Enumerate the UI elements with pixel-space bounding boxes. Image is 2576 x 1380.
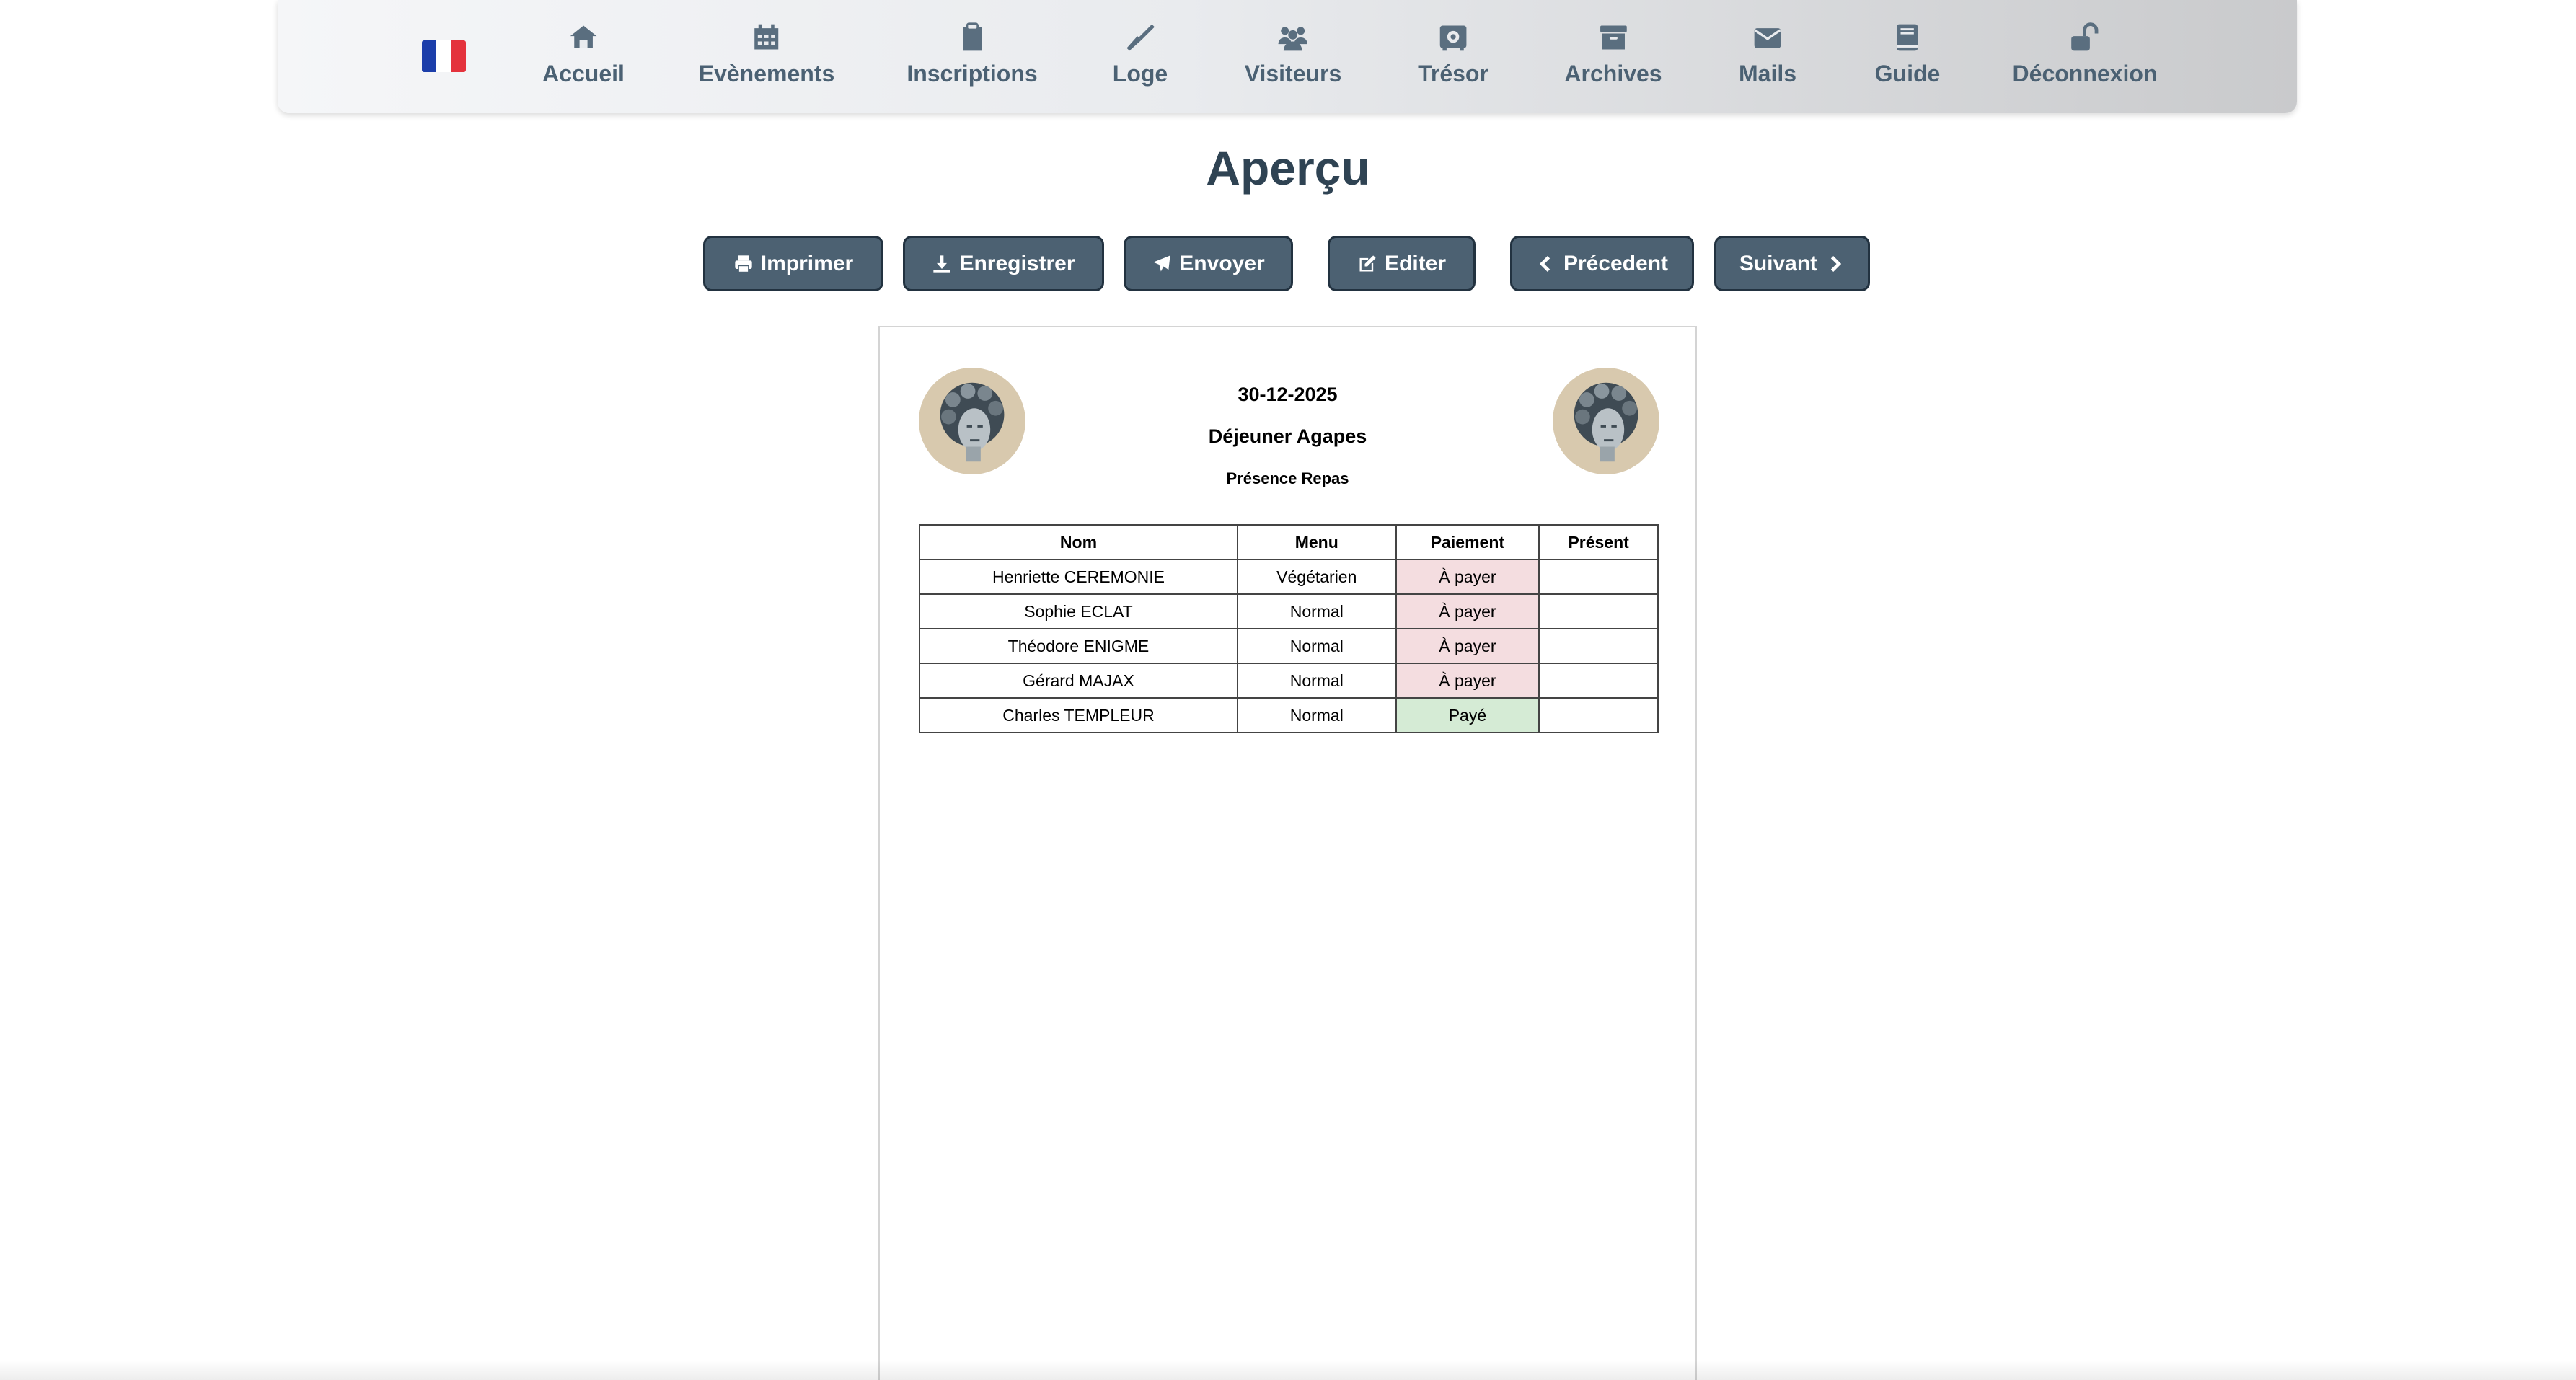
paper-plane-icon: [1153, 255, 1170, 271]
cell-present: [1538, 593, 1659, 629]
print-button[interactable]: Imprimer: [703, 236, 883, 291]
cell-menu: Normal: [1236, 628, 1397, 664]
cell-paiement: À payer: [1395, 628, 1540, 664]
cell-nom: Henriette CEREMONIE: [919, 559, 1238, 595]
cell-menu: Normal: [1236, 663, 1397, 699]
next-button[interactable]: Suivant: [1714, 236, 1870, 291]
cell-nom: Charles TEMPLEUR: [919, 697, 1238, 733]
document-event-title: Déjeuner Agapes: [1208, 425, 1367, 447]
cell-menu: Normal: [1236, 697, 1397, 733]
trowel-icon: [1126, 24, 1155, 51]
document-subtitle: Présence Repas: [1226, 469, 1349, 487]
calendar-icon: [754, 24, 779, 50]
cell-nom: Gérard MAJAX: [919, 663, 1238, 699]
send-button[interactable]: Envoyer: [1124, 236, 1293, 291]
download-icon: [933, 255, 951, 273]
table-row: Théodore ENIGME Normal À payer: [919, 628, 1659, 664]
table-row: Sophie ECLAT Normal À payer: [919, 593, 1659, 629]
edit-icon: [1359, 255, 1376, 271]
safe-icon: [1439, 25, 1467, 51]
nav-tresor[interactable]: Trésor: [1418, 22, 1488, 87]
clipboard-icon: [963, 22, 982, 51]
printer-icon: [735, 255, 752, 273]
unlock-icon: [2071, 22, 2099, 51]
table-row: Henriette CEREMONIE Végétarien À payer: [919, 559, 1659, 595]
chevron-left-icon: [1539, 255, 1551, 272]
header-nom: Nom: [919, 524, 1238, 560]
cell-present: [1538, 663, 1659, 699]
attendance-table: Nom Menu Paiement Présent Henriette CERE…: [919, 524, 1659, 733]
french-flag-icon[interactable]: [422, 40, 466, 72]
cell-menu: Normal: [1236, 593, 1397, 629]
cell-paiement: Payé: [1395, 697, 1540, 733]
cell-nom: Sophie ECLAT: [919, 593, 1238, 629]
cell-menu: Végétarien: [1236, 559, 1397, 595]
nav-evenements[interactable]: Evènements: [699, 22, 834, 87]
book-icon: [1897, 24, 1918, 51]
table-row: Gérard MAJAX Normal À payer: [919, 663, 1659, 699]
header-menu: Menu: [1236, 524, 1397, 560]
cell-present: [1538, 559, 1659, 595]
archive-box-icon: [1600, 25, 1627, 50]
envelope-icon: [1754, 28, 1781, 48]
nav-mails[interactable]: Mails: [1739, 22, 1796, 87]
users-icon: [1278, 27, 1308, 51]
nav-accueil[interactable]: Accueil: [542, 22, 625, 87]
nav-visiteurs[interactable]: Visiteurs: [1245, 22, 1341, 87]
cell-present: [1538, 628, 1659, 664]
nav-deconnexion[interactable]: Déconnexion: [2013, 22, 2157, 87]
top-navbar: Accueil Evènements Inscriptions Loge Vis…: [278, 0, 2297, 113]
document-preview: 30-12-2025 Déjeuner Agapes Présence Repa…: [878, 326, 1697, 1380]
table-header-row: Nom Menu Paiement Présent: [919, 524, 1659, 560]
window-bottom-edge: [0, 1360, 2576, 1380]
header-paiement: Paiement: [1395, 524, 1540, 560]
home-icon: [570, 25, 597, 48]
save-button[interactable]: Enregistrer: [903, 236, 1104, 291]
previous-button[interactable]: Précedent: [1510, 236, 1694, 291]
cell-present: [1538, 697, 1659, 733]
nav-guide[interactable]: Guide: [1875, 22, 1940, 87]
cell-paiement: À payer: [1395, 559, 1540, 595]
cell-paiement: À payer: [1395, 663, 1540, 699]
header-present: Présent: [1538, 524, 1659, 560]
edit-button[interactable]: Editer: [1328, 236, 1476, 291]
nav-archives[interactable]: Archives: [1564, 22, 1662, 87]
cell-nom: Théodore ENIGME: [919, 628, 1238, 664]
nav-inscriptions[interactable]: Inscriptions: [907, 22, 1038, 87]
document-date: 30-12-2025: [1238, 384, 1338, 405]
page-title: Aperçu: [1206, 141, 1370, 195]
cell-paiement: À payer: [1395, 593, 1540, 629]
chevron-right-icon: [1831, 255, 1842, 272]
nav-loge[interactable]: Loge: [1113, 22, 1168, 87]
table-row: Charles TEMPLEUR Normal Payé: [919, 697, 1659, 733]
